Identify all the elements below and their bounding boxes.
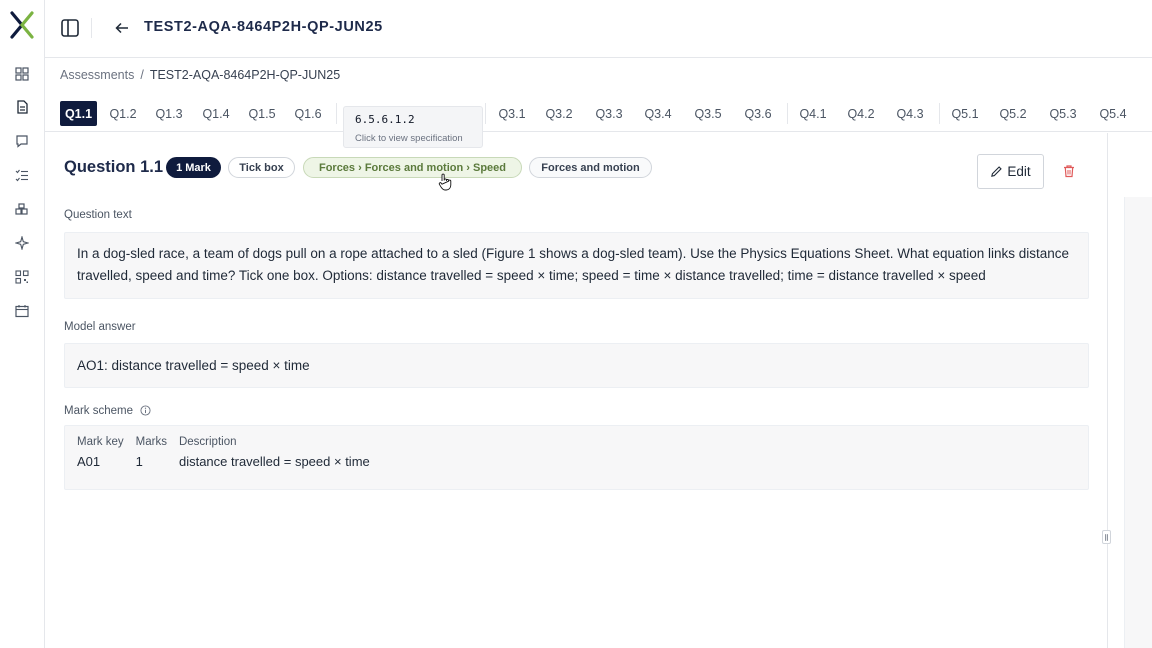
breadcrumb: Assessments / TEST2-AQA-8464P2H-QP-JUN25 [60,68,340,82]
question-type-chip: Tick box [228,157,295,178]
breadcrumb-current: TEST2-AQA-8464P2H-QP-JUN25 [149,68,341,82]
sparkle-icon[interactable] [12,233,32,253]
arrow-left-icon[interactable] [113,18,131,38]
mark-scheme-table: Mark key Marks Description A01 1 distanc… [77,436,382,469]
column-header-mark-key: Mark key [77,436,124,448]
model-answer-label: Model answer [64,321,136,333]
tab-q1-2[interactable]: Q1.2 [107,101,139,126]
tab-q1-5[interactable]: Q1.5 [246,101,278,126]
breadcrumb-separator: / [140,68,144,82]
tab-divider [787,103,788,124]
drag-handle-icon[interactable] [1102,530,1111,544]
breadcrumb-root[interactable]: Assessments [60,68,134,82]
tab-q3-5[interactable]: Q3.5 [691,101,725,126]
column-header-description: Description [178,436,237,448]
add-widget-icon[interactable] [12,200,32,220]
mark-scheme-box: Mark key Marks Description A01 1 distanc… [64,425,1089,490]
divider [91,18,92,38]
model-answer-text: AO1: distance travelled = speed × time [77,358,310,373]
tab-divider [939,103,940,124]
mark-scheme-label-text: Mark scheme [64,405,134,417]
tab-q3-4[interactable]: Q3.4 [641,101,675,126]
question-title: Question 1.1 [64,158,164,176]
mark-key-cell: A01 [77,454,101,469]
top-bar: TEST2-AQA-8464P2H-QP-JUN25 [45,0,1152,58]
tab-q3-6[interactable]: Q3.6 [741,101,775,126]
checklist-icon[interactable] [12,165,32,185]
pointer-cursor-icon [438,173,452,191]
tab-divider [336,103,337,124]
preview-pane [1102,133,1152,648]
tab-q1-3[interactable]: Q1.3 [153,101,185,126]
tab-q3-1[interactable]: Q3.1 [496,101,528,126]
question-tabs: Q1.1 Q1.2 Q1.3 Q1.4 Q1.5 Q1.6 Q3.1 Q3.2 … [45,96,1152,148]
delete-button[interactable] [1060,162,1078,180]
edit-button[interactable]: Edit [977,154,1044,189]
page-title: TEST2-AQA-8464P2H-QP-JUN25 [144,19,383,35]
table-row: A01 1 distance travelled = speed × time [77,454,382,469]
document-icon[interactable] [12,97,32,117]
edit-button-label: Edit [1007,164,1031,179]
model-answer-box: AO1: distance travelled = speed × time [64,343,1089,388]
qr-code-icon[interactable] [12,267,32,287]
tab-q4-3[interactable]: Q4.3 [893,101,927,126]
question-panel: Question 1.1 1 Mark Tick box Forces › Fo… [45,133,1108,648]
tab-q1-4[interactable]: Q1.4 [200,101,232,126]
tab-q5-4[interactable]: Q5.4 [1096,101,1130,126]
tab-q5-2[interactable]: Q5.2 [996,101,1030,126]
description-cell: distance travelled = speed × time [178,454,370,469]
marks-badge: 1 Mark [166,157,221,178]
info-icon[interactable] [140,405,151,416]
panel-toggle-icon[interactable] [59,17,81,39]
tab-q3-3[interactable]: Q3.3 [592,101,626,126]
question-text-label: Question text [64,209,132,221]
tab-q1-6[interactable]: Q1.6 [292,101,324,126]
trash-icon [1064,165,1074,178]
tab-q5-1[interactable]: Q5.1 [949,101,981,126]
logo-icon[interactable] [9,10,35,40]
calendar-icon[interactable] [12,301,32,321]
marks-cell: 1 [135,454,143,469]
tab-q4-1[interactable]: Q4.1 [797,101,829,126]
tab-q3-2[interactable]: Q3.2 [542,101,576,126]
preview-area [1124,197,1152,648]
tooltip-hint: Click to view specification [355,133,463,144]
topic-chip[interactable]: Forces and motion [529,157,652,178]
tab-q5-3[interactable]: Q5.3 [1046,101,1080,126]
tab-q4-2[interactable]: Q4.2 [844,101,878,126]
pencil-icon [991,166,1003,177]
left-rail [0,0,45,648]
column-header-marks: Marks [135,436,167,448]
specification-chip[interactable]: Forces › Forces and motion › Speed [303,157,522,178]
question-text-box: In a dog-sled race, a team of dogs pull … [64,232,1089,299]
mark-scheme-label: Mark scheme [64,405,151,417]
dashboard-icon[interactable] [12,64,32,84]
chat-icon[interactable] [12,131,32,151]
tab-divider [485,103,486,124]
tab-q1-1[interactable]: Q1.1 [60,101,97,126]
question-text: In a dog-sled race, a team of dogs pull … [77,246,1070,283]
tooltip-code: 6.5.6.1.2 [355,113,415,126]
specification-tooltip[interactable]: 6.5.6.1.2 Click to view specification [343,106,483,148]
